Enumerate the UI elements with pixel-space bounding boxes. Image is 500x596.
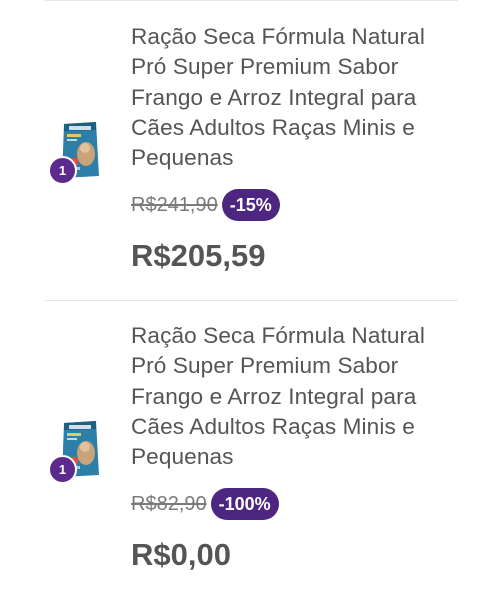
discount-badge: -100% (210, 488, 279, 520)
quantity-badge: 1 (48, 455, 77, 484)
product-title[interactable]: Ração Seca Fórmula Natural Pró Super Pre… (131, 321, 461, 472)
cart-item[interactable]: 1 Ração Seca Fórmula Natural Pró Super P… (0, 301, 500, 596)
cart-item[interactable]: 1 Ração Seca Fórmula Natural Pró Super P… (0, 2, 500, 301)
divider (44, 0, 458, 1)
cart-item-list: 1 Ração Seca Fórmula Natural Pró Super P… (0, 0, 500, 596)
old-price: R$82,90 (131, 492, 207, 515)
discount-badge: -15% (221, 189, 280, 221)
product-title[interactable]: Ração Seca Fórmula Natural Pró Super Pre… (131, 22, 461, 173)
price-row: R$82,90 -100% (131, 487, 279, 521)
product-thumbnail[interactable]: 1 (48, 118, 106, 186)
current-price: R$205,59 (131, 238, 266, 273)
product-thumbnail[interactable]: 1 (48, 417, 106, 485)
current-price: R$0,00 (131, 537, 231, 572)
price-row: R$241,90 -15% (131, 188, 280, 222)
old-price: R$241,90 (131, 193, 218, 216)
quantity-badge: 1 (48, 156, 77, 185)
